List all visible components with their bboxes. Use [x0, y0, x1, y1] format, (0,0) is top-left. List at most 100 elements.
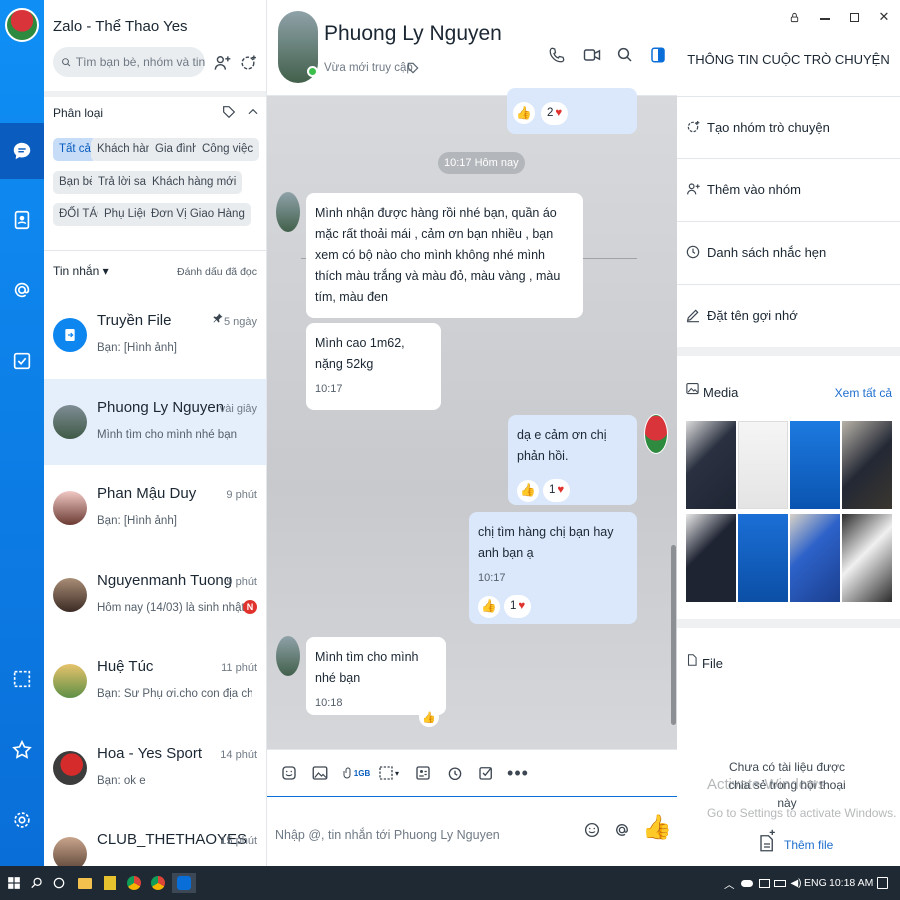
mention-button[interactable]: [613, 821, 631, 842]
task-view-button[interactable]: [49, 873, 69, 893]
taskbar-app-chrome-2[interactable]: [148, 873, 168, 893]
tag-icon[interactable]: [406, 61, 420, 75]
conversation-item-selected[interactable]: Phuong Ly Nguyen vài giây Mình tìm cho m…: [44, 379, 266, 465]
reaction-count[interactable]: 1 ♥: [504, 595, 532, 618]
like-icon[interactable]: 👍: [517, 479, 539, 502]
message-bubble-incoming[interactable]: Mình tìm cho mình nhé bạn 10:18: [306, 637, 446, 715]
media-thumbnail[interactable]: [842, 421, 892, 509]
media-thumbnail[interactable]: [738, 421, 788, 509]
taskbar-app-chrome[interactable]: [124, 873, 144, 893]
thumbs-up-send-button[interactable]: 👍: [642, 813, 672, 842]
close-button[interactable]: ✕: [875, 9, 893, 24]
media-thumbnail[interactable]: [686, 421, 736, 509]
media-thumbnail[interactable]: [686, 514, 736, 602]
reminders-action[interactable]: Danh sách nhắc hẹn: [677, 221, 900, 283]
action-center-button[interactable]: [872, 873, 892, 893]
like-icon[interactable]: 👍: [478, 595, 500, 618]
image-button[interactable]: [309, 762, 331, 784]
sticker-button[interactable]: [278, 762, 300, 784]
todo-nav-button[interactable]: [0, 333, 44, 389]
chip-work[interactable]: Công việc: [196, 138, 260, 161]
lock-button[interactable]: [785, 10, 803, 24]
chat-scrollbar[interactable]: [671, 545, 676, 725]
tag-settings-button[interactable]: [218, 101, 240, 123]
mark-all-read-link[interactable]: Đánh dấu đã đọc: [177, 266, 257, 278]
screenshot-button[interactable]: ▾: [373, 762, 403, 784]
message-bubble-incoming[interactable]: Mình cao 1m62, nặng 52kg 10:17: [306, 323, 441, 410]
message-bubble-outgoing[interactable]: dạ e cảm ơn chị phản hồi. 👍 1 ♥: [508, 415, 637, 505]
create-group-action[interactable]: Tạo nhóm trò chuyện: [677, 96, 900, 158]
messages-filter[interactable]: Tin nhắn ▾: [53, 264, 109, 278]
attach-file-button[interactable]: 1GB: [341, 762, 371, 784]
contact-card-button[interactable]: [412, 762, 434, 784]
reaction-count[interactable]: 2 ♥: [541, 102, 569, 125]
create-group-button[interactable]: [237, 52, 259, 74]
chip-new-customers[interactable]: Khách hàng mới: [146, 171, 243, 194]
emoji-button[interactable]: [583, 821, 601, 842]
set-nickname-action[interactable]: Đặt tên gợi nhớ: [677, 284, 900, 346]
windows-taskbar: ︿ ◀) ENG 10:18 AM: [0, 866, 900, 900]
search-chat-button[interactable]: [614, 44, 636, 66]
conversation-item[interactable]: Hoa - Yes Sport 14 phút Bạn: ok e: [44, 725, 266, 811]
collapse-categories-button[interactable]: [242, 101, 264, 123]
add-friend-button[interactable]: [211, 52, 233, 74]
conversation-item[interactable]: Nguyenmanh Tuong 9 phút Hôm nay (14/03) …: [44, 552, 266, 638]
media-thumbnail[interactable]: [842, 514, 892, 602]
contact-name[interactable]: Phuong Ly Nguyen: [324, 22, 502, 46]
media-thumbnail[interactable]: [738, 514, 788, 602]
message-area[interactable]: 👍 2 ♥ 10:17 Hôm nay Mình nhận được hàng r…: [267, 88, 677, 749]
mentions-nav-button[interactable]: [0, 262, 44, 318]
start-button[interactable]: [4, 873, 24, 893]
add-to-group-action[interactable]: Thêm vào nhóm: [677, 158, 900, 220]
reminder-button[interactable]: [444, 762, 466, 784]
user-avatar[interactable]: [5, 8, 39, 42]
search-input[interactable]: Tìm bạn bè, nhóm và tin nh...: [76, 55, 205, 69]
like-icon[interactable]: 👍: [513, 102, 535, 124]
contact-avatar-small[interactable]: [276, 636, 300, 676]
see-all-media-link[interactable]: Xem tất cả: [835, 386, 892, 400]
conversation-item[interactable]: Phan Mậu Duy 9 phút Bạn: [Hình ảnh]: [44, 465, 266, 551]
message-bubble-outgoing[interactable]: chị tìm hàng chị bạn hay anh bạn ạ 10:17…: [469, 512, 637, 624]
contacts-nav-button[interactable]: [0, 192, 44, 248]
messages-nav-button[interactable]: [0, 123, 44, 179]
chip-shipping[interactable]: Đơn Vị Giao Hàng: [145, 203, 251, 226]
show-hidden-icons[interactable]: ︿: [724, 877, 735, 892]
media-thumbnail[interactable]: [790, 421, 840, 509]
composer[interactable]: Nhập @, tin nhắn tới Phuong Ly Nguyen 👍: [267, 797, 677, 866]
favorites-nav-button[interactable]: [0, 722, 44, 778]
taskbar-clock[interactable]: 10:18 AM: [829, 877, 873, 889]
create-group-icon: [687, 121, 700, 133]
toggle-info-panel-button[interactable]: [647, 44, 669, 66]
conversation-item[interactable]: Truyền File 5 ngày Bạn: [Hình ảnh]: [44, 292, 266, 378]
taskbar-search-button[interactable]: [27, 873, 47, 893]
minimize-button[interactable]: [816, 10, 834, 24]
voice-call-button[interactable]: [546, 44, 568, 66]
reaction-count[interactable]: 1 ♥: [543, 479, 571, 502]
screenshot-nav-button[interactable]: [0, 651, 44, 707]
volume-tray[interactable]: ◀): [786, 873, 806, 893]
maximize-button[interactable]: [845, 10, 863, 24]
conversation-item[interactable]: CLUB_THETHAOYES 15 phút: [44, 811, 266, 866]
message-bubble-outgoing[interactable]: 👍 2 ♥: [507, 88, 637, 134]
search-icon: [62, 57, 71, 66]
taskbar-app-zalo[interactable]: [172, 873, 196, 893]
avatar: [53, 306, 87, 366]
add-file-button[interactable]: Thêm file: [784, 838, 833, 852]
taskbar-app-notes[interactable]: [100, 873, 120, 893]
video-call-button[interactable]: [581, 44, 603, 66]
media-thumbnail[interactable]: [790, 514, 840, 602]
search-box[interactable]: Tìm bạn bè, nhóm và tin nh...: [53, 47, 205, 77]
settings-nav-button[interactable]: [0, 792, 44, 848]
conversation-item[interactable]: Huệ Túc 11 phút Bạn: Sư Phụ ơi.cho con đ…: [44, 638, 266, 724]
add-file-icon[interactable]: [758, 826, 776, 856]
language-indicator[interactable]: ENG: [804, 877, 827, 889]
contact-avatar-small[interactable]: [276, 192, 300, 232]
more-options-button[interactable]: •••: [507, 762, 529, 784]
notification-icon: [876, 877, 888, 889]
like-icon[interactable]: 👍: [419, 707, 439, 727]
star-icon: [12, 739, 32, 759]
taskbar-app-explorer[interactable]: [75, 873, 95, 893]
message-input[interactable]: Nhập @, tin nhắn tới Phuong Ly Nguyen: [275, 828, 500, 842]
task-button[interactable]: [475, 762, 497, 784]
message-bubble-incoming[interactable]: Mình nhận được hàng rồi nhé bạn, quần áo…: [306, 193, 583, 318]
